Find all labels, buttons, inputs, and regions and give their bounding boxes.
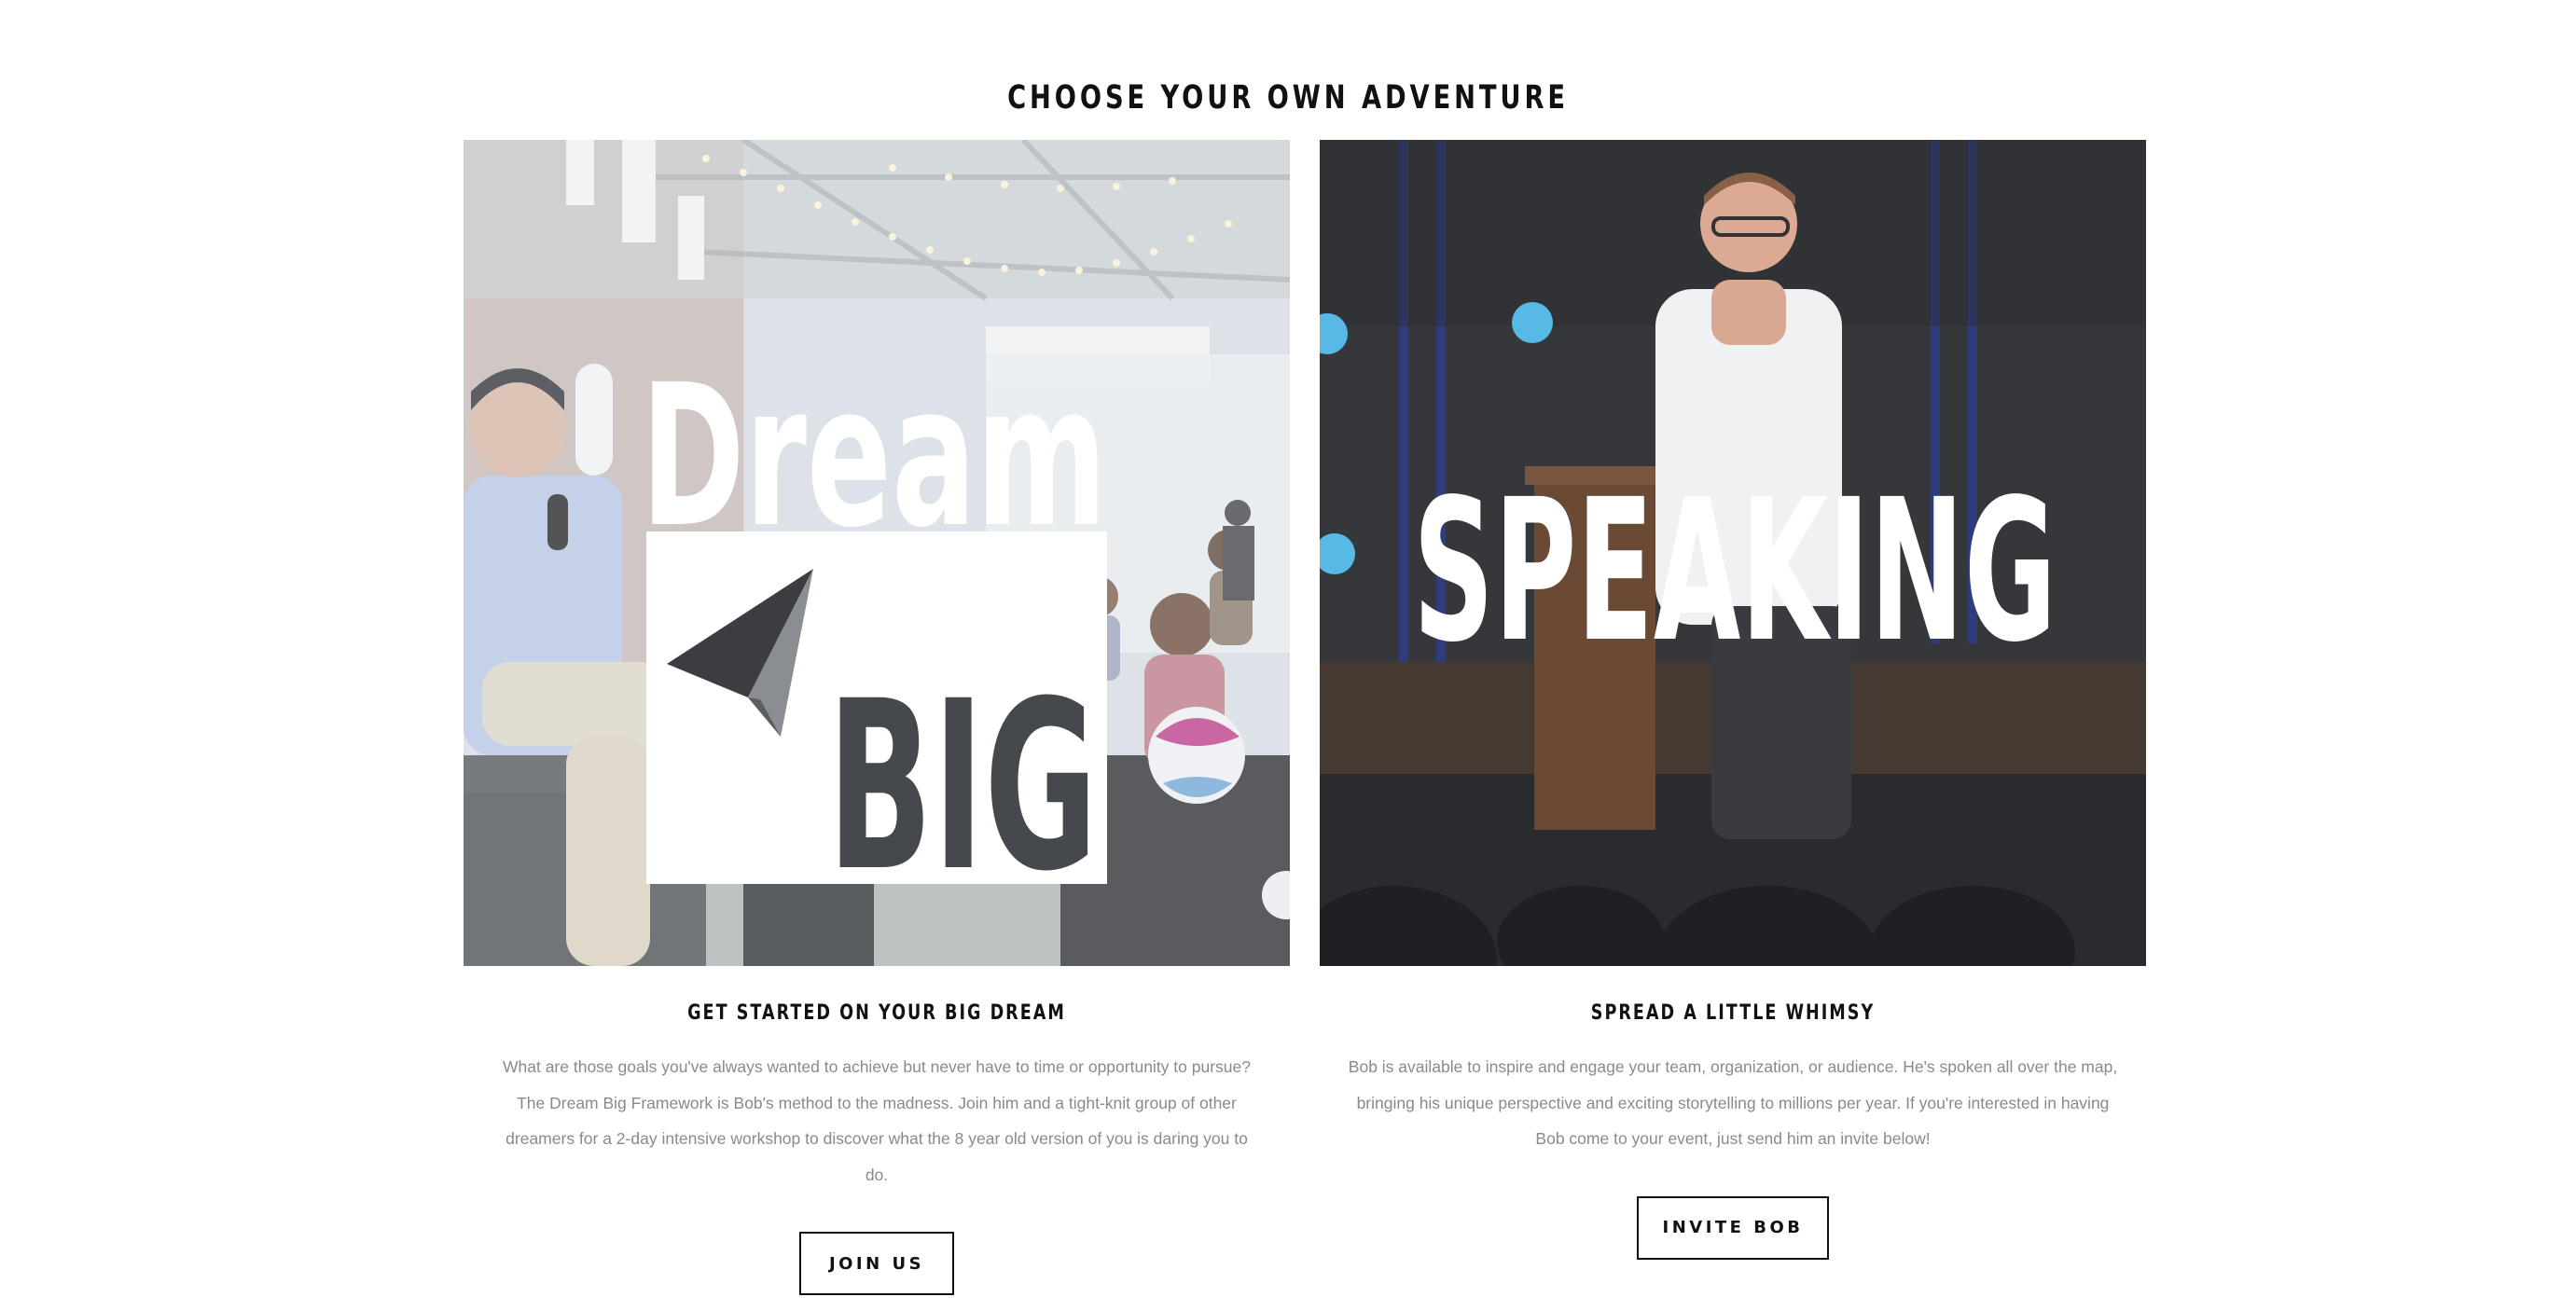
dream-big-card: Dream BIG GET STARTED ON YOUR BIG DREAM … [464,140,1290,1295]
page-title: CHOOSE YOUR OWN ADVENTURE [1007,79,1569,117]
join-us-button[interactable]: JOIN US [799,1232,954,1295]
speaking-photo: SPEAKING [1320,140,2146,966]
dream-big-image[interactable]: Dream BIG [464,140,1290,966]
speaking-word: SPEAKING [1413,457,2057,685]
speaking-heading: SPREAD A LITTLE WHIMSY [1590,1001,1876,1025]
invite-bob-button[interactable]: INVITE BOB [1637,1195,1829,1260]
dream-big-photo: Dream BIG [464,140,1290,966]
speaking-description: Bob is available to inspire and engage y… [1348,1057,2118,1148]
speaking-image[interactable]: SPEAKING [1320,140,2146,966]
big-word: BIG [827,651,1098,922]
speaking-card: SPEAKING SPREAD A LITTLE WHIMSY Bob is a… [1320,140,2146,1260]
dream-big-description: What are those goals you've always wante… [502,1057,1251,1184]
dream-big-heading: GET STARTED ON YOUR BIG DREAM [687,1001,1066,1025]
